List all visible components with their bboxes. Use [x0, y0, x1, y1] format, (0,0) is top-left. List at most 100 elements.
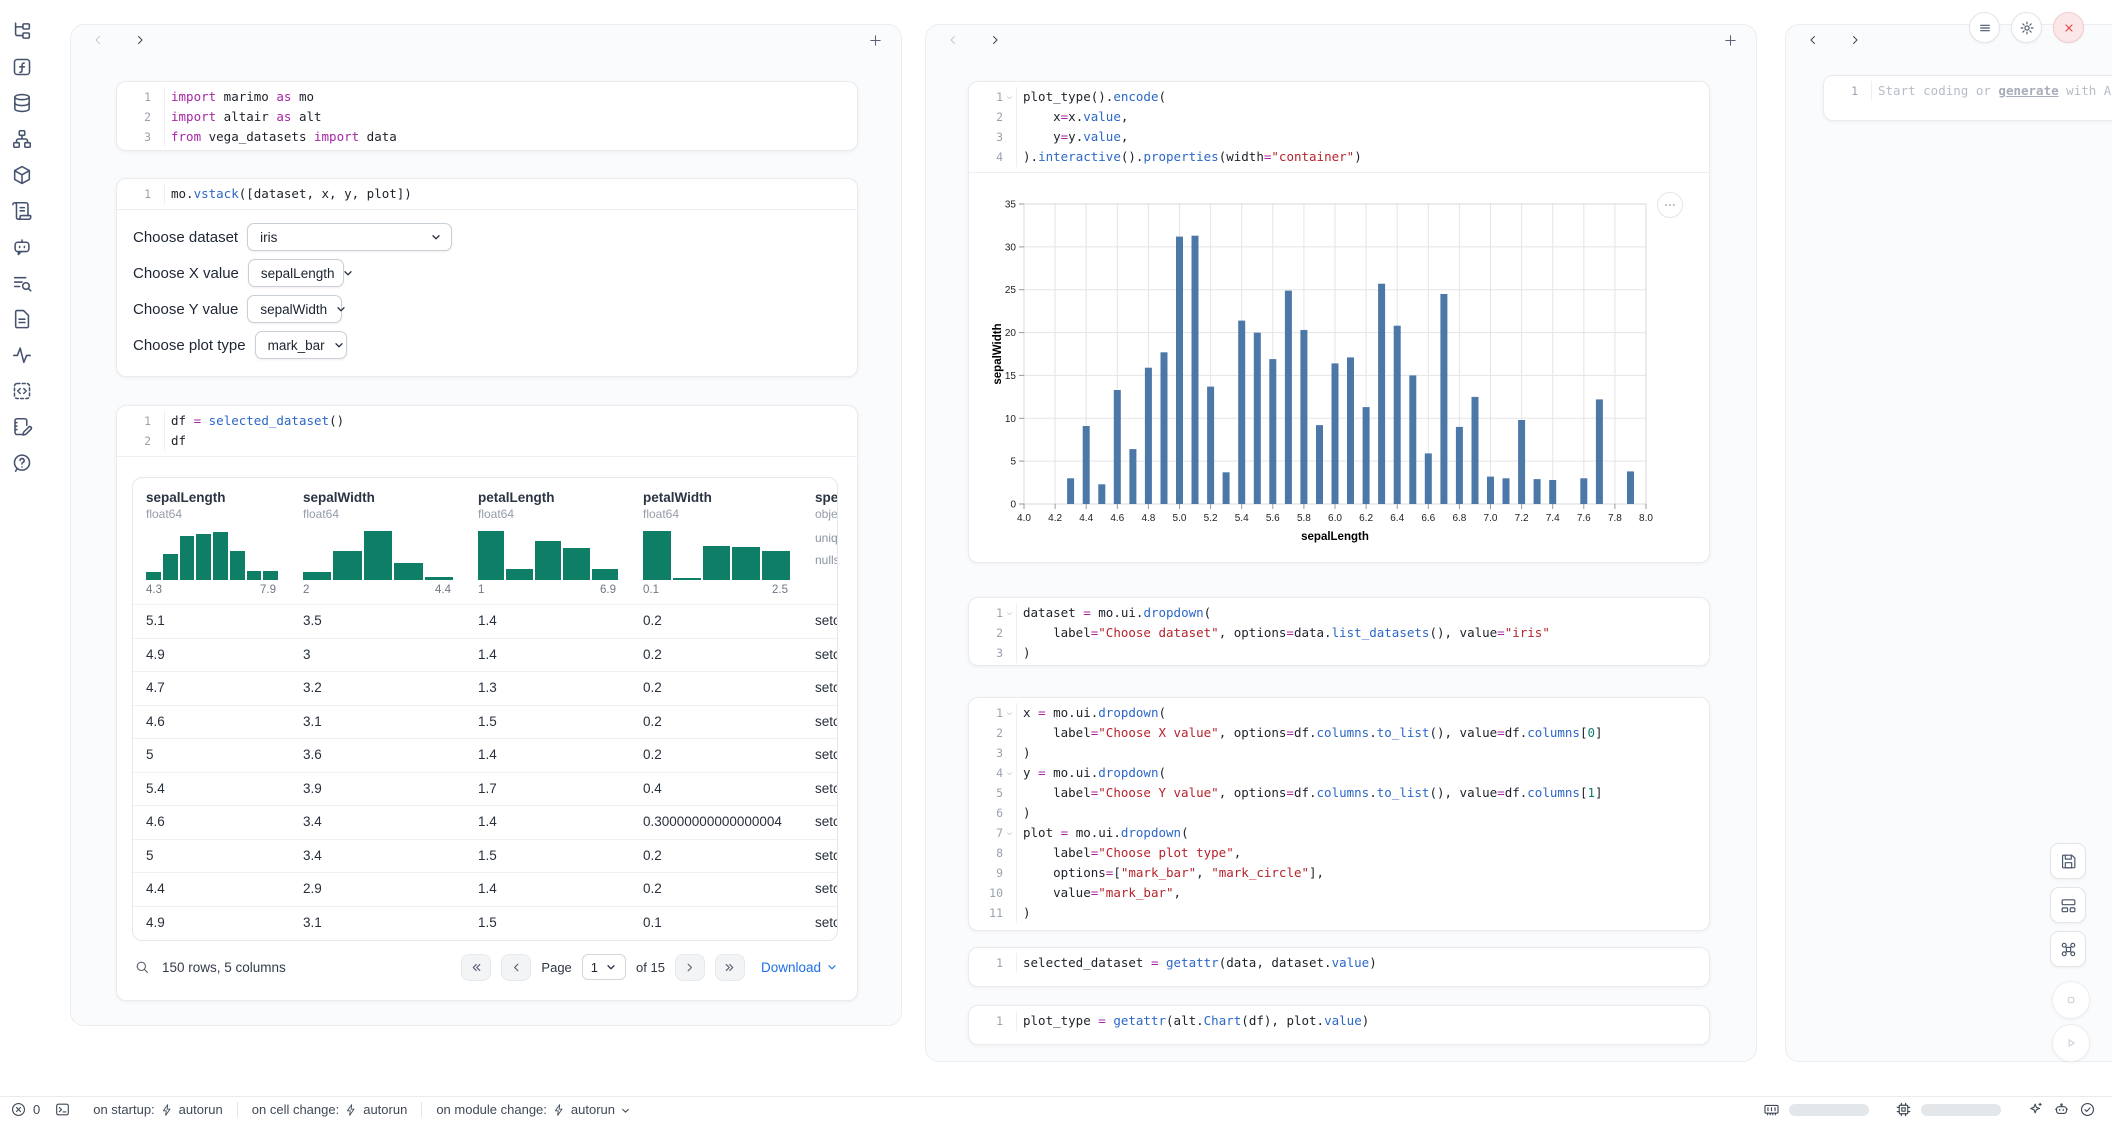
prev-page-button[interactable] [501, 954, 531, 981]
help-icon[interactable] [11, 452, 33, 474]
cell-dataframe[interactable]: 1df = selected_dataset()2df sepalLengthf… [116, 405, 858, 1001]
scroll-column-left-icon[interactable] [946, 33, 960, 47]
ai-sparkle-icon[interactable] [2027, 1101, 2044, 1118]
code-line[interactable]: 2 x=x.value, [977, 107, 1699, 127]
code-line[interactable]: 8 label="Choose plot type", [977, 843, 1699, 863]
code-editor[interactable]: 1plot_type().encode(2 x=x.value,3 y=y.va… [969, 82, 1709, 172]
code-line[interactable]: 1plot_type = getattr(alt.Chart(df), plot… [977, 1011, 1699, 1031]
cell-empty[interactable]: 1 Start coding or generate with AI. [1823, 75, 2112, 121]
cell-dataset-dropdown[interactable]: 1dataset = mo.ui.dropdown(2 label="Choos… [968, 597, 1710, 666]
code-line[interactable]: 2 label="Choose X value", options=df.col… [977, 723, 1699, 743]
table-search-icon[interactable] [134, 959, 150, 975]
run-all-button[interactable] [2052, 1024, 2090, 1062]
table-row[interactable]: 4.73.21.30.2setosa [133, 671, 837, 705]
code-editor[interactable]: 1selected_dataset = getattr(data, datase… [969, 948, 1709, 978]
scroll-column-left-icon[interactable] [91, 33, 105, 47]
table-row[interactable]: 53.41.50.2setosa [133, 839, 837, 873]
ai-chat-icon[interactable] [11, 236, 33, 258]
next-page-button[interactable] [675, 954, 705, 981]
code-editor[interactable]: 1x = mo.ui.dropdown(2 label="Choose X va… [969, 698, 1709, 928]
column-header-petalLength[interactable]: petalLengthfloat6416.9 [465, 478, 630, 604]
logs-icon[interactable] [11, 200, 33, 222]
code-line[interactable]: 7plot = mo.ui.dropdown( [977, 823, 1699, 843]
code-editor[interactable]: 1 Start coding or generate with AI. [1824, 76, 2112, 106]
dropdown-select[interactable]: iris [247, 223, 452, 251]
scroll-column-right-icon[interactable] [988, 33, 1002, 47]
table-row[interactable]: 5.43.91.70.4setosa [133, 772, 837, 806]
cell-plot-type[interactable]: 1plot_type = getattr(alt.Chart(df), plot… [968, 1005, 1710, 1045]
code-line[interactable]: 2 label="Choose dataset", options=data.l… [977, 623, 1699, 643]
scratchpad-icon[interactable] [11, 416, 33, 438]
runtime-config-startup[interactable]: on startup:autorun [79, 1102, 237, 1117]
last-page-button[interactable] [715, 954, 745, 981]
scroll-column-right-icon[interactable] [1848, 33, 1862, 47]
first-page-button[interactable] [461, 954, 491, 981]
table-row[interactable]: 53.61.40.2setosa [133, 738, 837, 772]
runtime-config-module-change[interactable]: on module change:autorun [422, 1102, 645, 1117]
cell-selected-dataset[interactable]: 1selected_dataset = getattr(data, datase… [968, 947, 1710, 987]
column-header-species[interactable]: speciesobjectunique:nulls: [802, 478, 838, 604]
fold-chevron-icon[interactable] [1003, 823, 1016, 843]
code-line[interactable]: 1import marimo as mo [125, 87, 847, 107]
code-line[interactable]: 6) [977, 803, 1699, 823]
code-editor[interactable]: 1dataset = mo.ui.dropdown(2 label="Choos… [969, 598, 1709, 668]
code-editor[interactable]: 1df = selected_dataset()2df [117, 406, 857, 456]
dropdown-select[interactable]: sepalWidth [247, 295, 342, 323]
code-line[interactable]: 11) [977, 903, 1699, 923]
cpu-usage-gauge[interactable] [1921, 1104, 2001, 1116]
code-line[interactable]: 10 value="mark_bar", [977, 883, 1699, 903]
ram-usage-gauge[interactable] [1789, 1104, 1869, 1116]
layout-toggle-button[interactable] [2050, 887, 2086, 923]
code-line[interactable]: 1x = mo.ui.dropdown( [977, 703, 1699, 723]
save-button[interactable] [2050, 843, 2086, 879]
code-line[interactable]: 2df [125, 431, 847, 451]
code-line[interactable]: 3 y=y.value, [977, 127, 1699, 147]
column-header-sepalWidth[interactable]: sepalWidthfloat6424.4 [290, 478, 465, 604]
dropdown-select[interactable]: sepalLength [248, 259, 344, 287]
snippets-icon[interactable] [11, 380, 33, 402]
scroll-column-left-icon[interactable] [1806, 33, 1820, 47]
cell-xy-plot-dropdowns[interactable]: 1x = mo.ui.dropdown(2 label="Choose X va… [968, 697, 1710, 931]
dropdown-select[interactable]: mark_bar [255, 331, 347, 359]
cell-vstack[interactable]: 1mo.vstack([dataset, x, y, plot]) Choose… [116, 178, 858, 377]
packages-icon[interactable] [11, 164, 33, 186]
functions-icon[interactable] [11, 56, 33, 78]
code-editor[interactable]: 1import marimo as mo2import altair as al… [117, 82, 857, 152]
code-line[interactable]: 3) [977, 643, 1699, 663]
cell-plot[interactable]: 1plot_type().encode(2 x=x.value,3 y=y.va… [968, 81, 1710, 563]
runtime-config-cell-change[interactable]: on cell change:autorun [238, 1102, 422, 1117]
chart-menu-button[interactable] [1657, 192, 1683, 218]
code-line[interactable]: 4).interactive().properties(width="conta… [977, 147, 1699, 167]
documentation-icon[interactable] [11, 308, 33, 330]
stop-kernel-button[interactable] [2052, 981, 2090, 1019]
table-row[interactable]: 4.931.40.2setosa [133, 638, 837, 672]
code-line[interactable]: 9 options=["mark_bar", "mark_circle"], [977, 863, 1699, 883]
code-editor[interactable]: 1plot_type = getattr(alt.Chart(df), plot… [969, 1006, 1709, 1036]
column-header-petalWidth[interactable]: petalWidthfloat640.12.5 [630, 478, 802, 604]
fold-chevron-icon[interactable] [1003, 763, 1016, 783]
terminal-icon[interactable] [54, 1101, 71, 1118]
code-line[interactable]: 2import altair as alt [125, 107, 847, 127]
column-histogram[interactable] [478, 528, 618, 580]
code-line[interactable]: 1dataset = mo.ui.dropdown( [977, 603, 1699, 623]
code-line[interactable]: 3) [977, 743, 1699, 763]
code-line[interactable]: 1 Start coding or generate with AI. [1832, 81, 2112, 101]
table-row[interactable]: 4.42.91.40.2setosa [133, 872, 837, 906]
column-histogram[interactable] [146, 528, 278, 580]
code-line[interactable]: 4y = mo.ui.dropdown( [977, 763, 1699, 783]
data-sources-icon[interactable] [11, 92, 33, 114]
file-tree-icon[interactable] [11, 20, 33, 42]
fold-chevron-icon[interactable] [1003, 603, 1016, 623]
code-line[interactable]: 5 label="Choose Y value", options=df.col… [977, 783, 1699, 803]
table-row[interactable]: 4.63.11.50.2setosa [133, 705, 837, 739]
code-line[interactable]: 3from vega_datasets import data [125, 127, 847, 147]
fold-chevron-icon[interactable] [1003, 87, 1016, 107]
close-button[interactable] [2053, 12, 2084, 43]
errors-icon[interactable] [10, 1101, 27, 1118]
table-row[interactable]: 4.63.41.40.30000000000000004setosa [133, 805, 837, 839]
add-column-icon[interactable] [868, 33, 883, 48]
column-histogram[interactable] [303, 528, 453, 580]
list-search-icon[interactable] [11, 272, 33, 294]
column-header-sepalLength[interactable]: sepalLengthfloat644.37.9 [133, 478, 290, 604]
code-line[interactable]: 1mo.vstack([dataset, x, y, plot]) [125, 184, 847, 204]
